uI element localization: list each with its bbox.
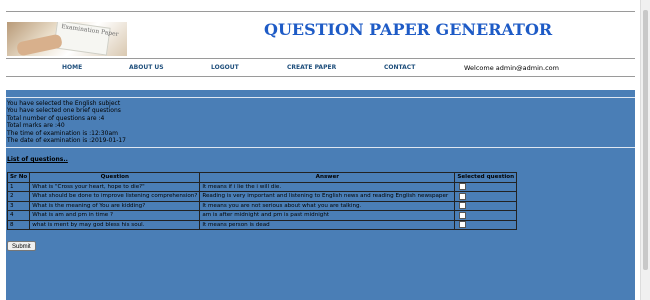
table-row: 4 What is am and pm in time ? am is afte… xyxy=(6,210,518,221)
select-question-checkbox[interactable] xyxy=(459,202,467,210)
top-divider xyxy=(6,11,635,12)
row-question: What is am and pm in time ? xyxy=(29,210,201,221)
col-header-sr-no: Sr No xyxy=(6,172,31,183)
select-question-checkbox[interactable] xyxy=(459,183,467,191)
nav-home-link[interactable]: HOME xyxy=(62,64,82,71)
nav-create-paper-link[interactable]: CREATE PAPER xyxy=(287,64,336,71)
vertical-scrollbar[interactable] xyxy=(640,0,650,300)
nav-contact-link[interactable]: CONTACT xyxy=(384,64,415,71)
select-question-checkbox[interactable] xyxy=(459,211,467,219)
table-row: 1 What is "Cross your heart, hope to die… xyxy=(6,181,518,192)
content-top-divider xyxy=(6,97,635,98)
page: Examination Paper QUESTION PAPER GENERAT… xyxy=(0,0,641,300)
row-answer: It means person is dead xyxy=(199,219,456,230)
row-answer: It means you are not serious about what … xyxy=(199,200,456,211)
info-question-type: You have selected one brief questions xyxy=(7,107,121,115)
row-question: What is the meaning of You are kidding? xyxy=(29,200,201,211)
row-answer: am is after midnight and pm is past midn… xyxy=(199,210,456,221)
submit-button[interactable]: Submit xyxy=(7,241,36,251)
row-question: What should be done to improve listening… xyxy=(29,191,201,202)
logo-hand-image xyxy=(16,33,63,56)
list-of-questions-heading: List of questions.. xyxy=(7,156,68,163)
select-question-checkbox[interactable] xyxy=(459,221,467,229)
row-select-cell xyxy=(454,181,518,192)
col-header-question: Question xyxy=(29,172,201,183)
exam-info: You have selected the English subject Yo… xyxy=(7,100,126,144)
table-header-row: Sr No Question Answer Selected question xyxy=(6,172,518,183)
row-sr-no: 3 xyxy=(6,200,31,211)
row-sr-no: 4 xyxy=(6,210,31,221)
content-mid-divider xyxy=(6,147,635,148)
info-subject: You have selected the English subject xyxy=(7,100,121,107)
site-title: QUESTION PAPER GENERATOR xyxy=(264,20,553,39)
col-header-selected: Selected question xyxy=(454,172,518,183)
table-row: 3 What is the meaning of You are kidding… xyxy=(6,200,518,211)
info-exam-date: The date of examination is :2019-01-17 xyxy=(7,137,126,145)
row-question: what is ment by may god bless his soul. xyxy=(29,219,201,230)
nav-about-link[interactable]: ABOUT US xyxy=(129,64,164,71)
row-question: What is "Cross your heart, hope to die?" xyxy=(29,181,201,192)
table-row: 2 What should be done to improve listeni… xyxy=(6,191,518,202)
row-answer: Reading is very important and listening … xyxy=(199,191,456,202)
col-header-answer: Answer xyxy=(199,172,456,183)
scrollbar-thumb[interactable] xyxy=(643,10,648,270)
info-question-count: Total number of questions are :4 xyxy=(7,114,105,122)
row-sr-no: 1 xyxy=(6,181,31,192)
table-row: 8 what is ment by may god bless his soul… xyxy=(6,219,518,230)
content-panel: You have selected the English subject Yo… xyxy=(6,90,635,300)
info-total-marks: Total marks are :40 xyxy=(7,122,65,130)
row-select-cell xyxy=(454,200,518,211)
welcome-text: Welcome admin@admin.com xyxy=(464,64,559,72)
select-question-checkbox[interactable] xyxy=(459,192,467,200)
row-select-cell xyxy=(454,210,518,221)
info-exam-time: The time of examination is :12:30am xyxy=(7,129,118,137)
nav-logout-link[interactable]: LOGOUT xyxy=(211,64,239,71)
nav-bottom-divider xyxy=(6,76,635,77)
row-sr-no: 8 xyxy=(6,219,31,230)
row-sr-no: 2 xyxy=(6,191,31,202)
site-logo: Examination Paper xyxy=(7,22,127,56)
row-select-cell xyxy=(454,191,518,202)
nav-top-divider xyxy=(6,58,635,59)
row-answer: It means if i lie the i will die. xyxy=(199,181,456,192)
questions-table: Sr No Question Answer Selected question … xyxy=(6,172,518,230)
row-select-cell xyxy=(454,219,518,230)
